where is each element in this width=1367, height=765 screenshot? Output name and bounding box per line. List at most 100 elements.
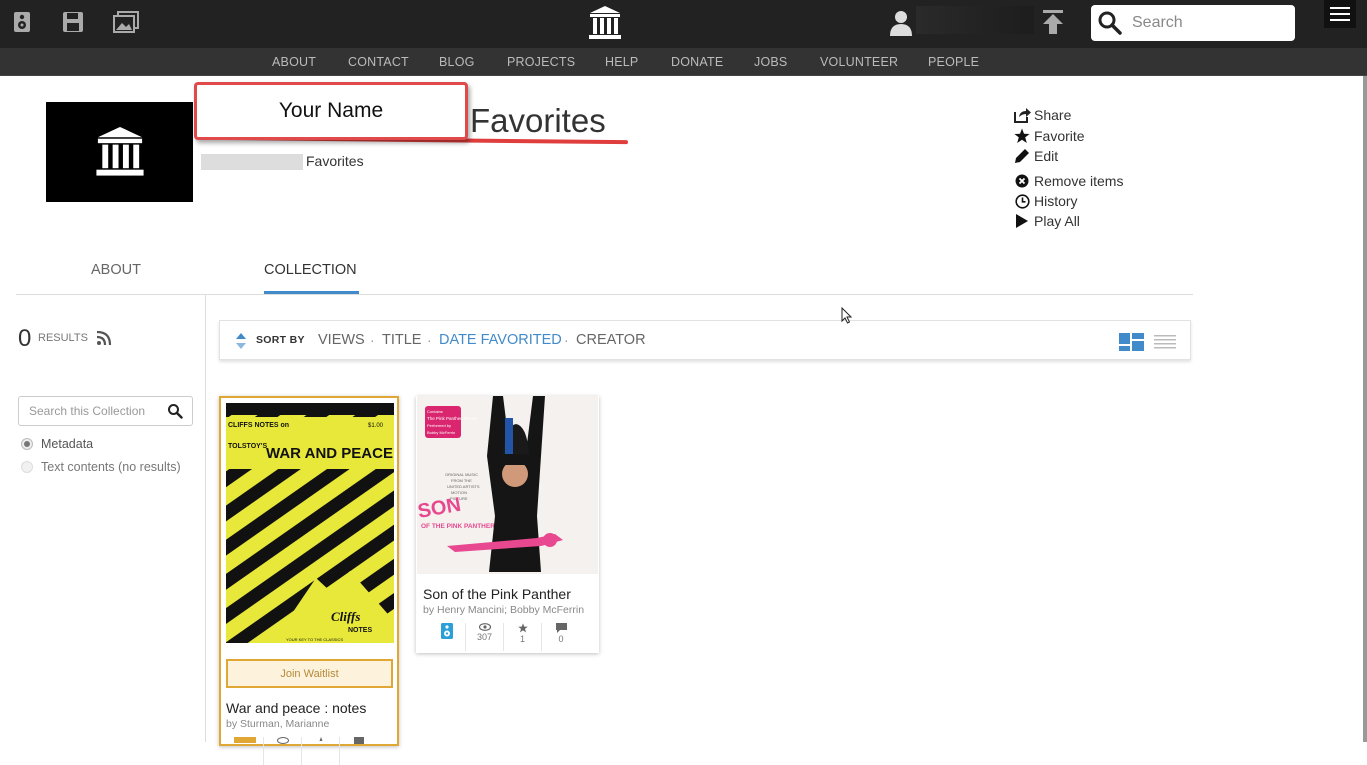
username-redacted [916,6,1034,34]
cover-text: WAR AND PEACE [266,445,393,462]
nav-help[interactable]: HELP [605,55,638,69]
join-waitlist-button[interactable]: Join Waitlist [226,659,393,688]
collection-search-input[interactable]: Search this Collection [18,396,193,426]
page-scrollbar[interactable] [1363,76,1367,742]
upload-icon[interactable] [1040,8,1066,36]
nav-blog[interactable]: BLOG [439,55,475,69]
hamburger-icon[interactable] [1324,0,1356,28]
favorites-stat [302,737,340,765]
list-view-icon[interactable] [1154,334,1176,350]
views-stat: 307 [466,623,504,651]
radio-metadata-label: Metadata [41,437,94,451]
sort-title[interactable]: TITLE [382,332,421,348]
favorite-action[interactable]: Favorite [1013,127,1085,145]
collection-search-placeholder: Search this Collection [29,404,146,418]
clock-icon [1013,192,1031,210]
cover-text: $1.00 [368,423,384,429]
radio-metadata-button[interactable] [21,438,33,450]
audio-type-stat [428,623,466,651]
cover-image-war-and-peace[interactable]: CLIFFS NOTES on $1.00 TOLSTOY'S WAR AND … [226,403,394,643]
share-action[interactable]: Share [1013,106,1071,124]
audio-icon[interactable] [8,8,36,36]
history-label: History [1034,193,1078,209]
top-search-input[interactable]: Search [1091,5,1295,41]
nav-donate[interactable]: DONATE [671,55,723,69]
sort-creator[interactable]: CREATOR [576,332,646,348]
item-title[interactable]: Son of the Pink Panther [423,586,571,602]
views-count: 307 [476,632,493,642]
nav-contact[interactable]: CONTACT [348,55,409,69]
item-card-son-of-pink-panther[interactable]: Contains The Pink Panther Theme Performe… [416,396,599,653]
collection-logo [46,102,193,202]
favorite-label: Favorite [1034,128,1085,144]
archive-logo-icon [95,126,144,176]
cover-text: CLIFFS NOTES on [228,422,289,429]
tabs-divider [16,294,1193,295]
cover-text: FROM THE [451,478,472,483]
edit-action[interactable]: Edit [1013,147,1058,165]
sort-date-favorited[interactable]: DATE FAVORITED [439,332,562,348]
remove-items-label: Remove items [1034,173,1124,189]
owner-redacted [201,154,303,170]
cover-text: ORIGINAL MUSIC [445,472,478,477]
radio-metadata[interactable]: Metadata [21,437,93,451]
history-action[interactable]: History [1013,192,1078,210]
eye-icon [478,623,491,631]
views-stat [264,737,302,765]
sort-separator: · [427,332,432,348]
reviews-stat: 0 [542,623,580,651]
nav-jobs[interactable]: JOBS [754,55,787,69]
search-icon[interactable] [167,403,183,419]
nav-about[interactable]: ABOUT [272,55,316,69]
images-icon[interactable] [112,8,140,36]
cover-text: UNITED ARTISTS [447,484,480,489]
sort-separator: · [564,332,569,348]
floppy-icon[interactable] [59,8,87,36]
sort-bar: SORT BY VIEWS · TITLE · DATE FAVORITED ·… [219,320,1191,360]
book-icon [226,737,264,765]
mouse-cursor-icon [841,307,852,324]
reviews-count: 0 [558,634,564,644]
radio-text-contents[interactable]: Text contents (no results) [21,460,181,474]
item-card-war-and-peace[interactable]: CLIFFS NOTES on $1.00 TOLSTOY'S WAR AND … [219,396,399,765]
archive-logo-icon[interactable] [588,4,622,42]
audio-icon [440,623,453,639]
cover-text: Contains [427,409,443,414]
cover-text: TOLSTOY'S [228,443,267,450]
item-stats: 307 1 0 [428,623,580,651]
cover-text: OF THE PINK PANTHER [421,523,495,530]
cover-text: YOUR KEY TO THE CLASSICS [286,637,343,642]
item-creator: by Henry Mancini; Bobby McFerrin [423,604,585,616]
sort-arrows-icon[interactable] [235,332,247,350]
rss-icon[interactable] [96,330,114,346]
secondary-nav: ABOUT CONTACT BLOG PROJECTS HELP DONATE … [0,48,1367,76]
favorites-stat: 1 [504,623,542,651]
sidebar-divider [205,295,206,742]
reviews-stat [340,737,378,765]
nav-volunteer[interactable]: VOLUNTEER [820,55,898,69]
nav-people[interactable]: PEOPLE [928,55,979,69]
cover-text: Cliffs [331,609,360,624]
cover-image-son-of-pink-panther[interactable]: Contains The Pink Panther Theme Performe… [417,396,598,574]
search-icon [1098,11,1122,35]
sort-separator: · [370,332,375,348]
remove-items-action[interactable]: Remove items [1013,172,1123,190]
cover-text: The Pink Panther Theme [427,416,477,421]
tile-view-icon[interactable] [1119,333,1144,351]
top-bar: Search [0,0,1367,48]
user-icon[interactable] [888,8,914,38]
radio-text-button[interactable] [21,461,33,473]
play-all-action[interactable]: Play All [1013,212,1080,230]
sort-views[interactable]: VIEWS [318,332,365,348]
results-label: RESULTS [38,332,88,344]
annotation-name-box: Your Name [194,82,468,140]
tab-collection[interactable]: COLLECTION [264,262,357,278]
nav-projects[interactable]: PROJECTS [507,55,575,69]
play-icon [1013,212,1031,230]
cover-text: Performed by [427,423,451,428]
remove-circle-icon [1013,172,1031,190]
item-title[interactable]: War and peace : notes [226,700,366,716]
star-icon [1013,127,1031,145]
item-creator: by Sturman, Marianne [226,718,330,730]
tab-about[interactable]: ABOUT [91,262,141,278]
